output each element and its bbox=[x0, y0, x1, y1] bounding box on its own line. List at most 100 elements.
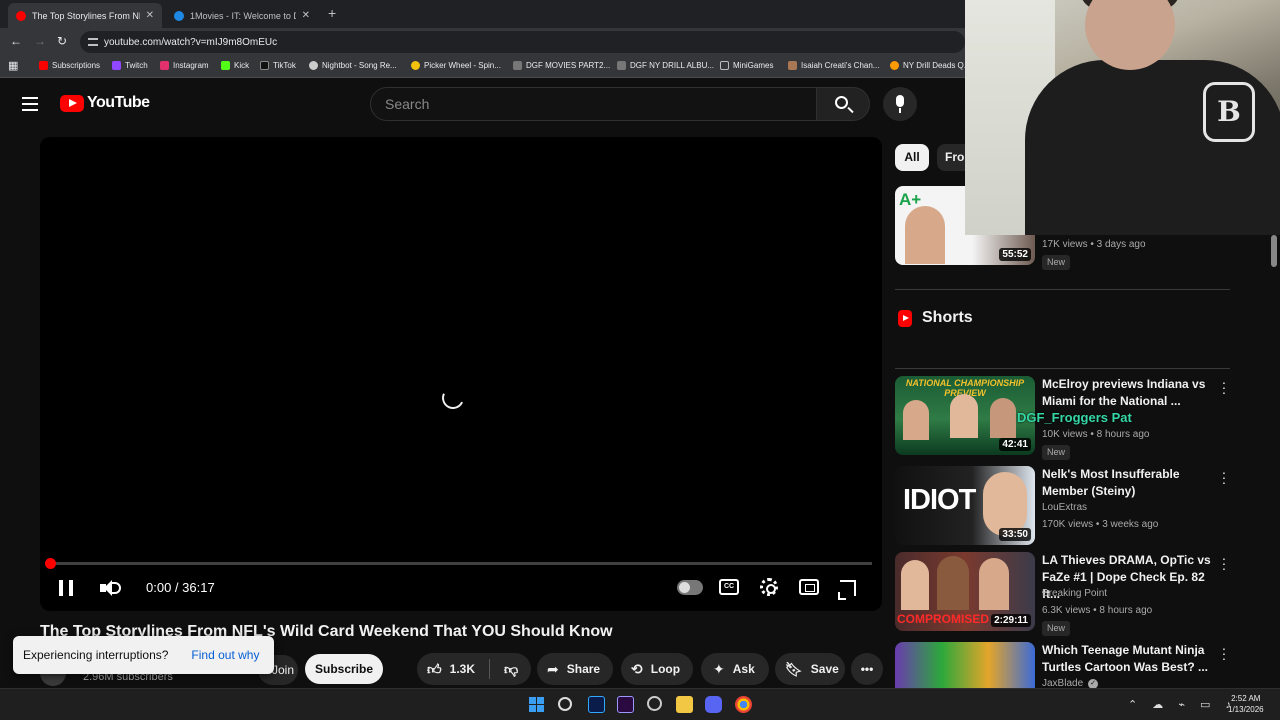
address-bar[interactable]: youtube.com/watch?v=mIJ9m8OmEUc bbox=[80, 31, 965, 53]
bookmark-instagram[interactable]: Instagram bbox=[160, 61, 209, 70]
more-vertical-icon[interactable]: · · · bbox=[1220, 641, 1228, 665]
site-info-icon[interactable] bbox=[88, 38, 98, 46]
thumbnail-person bbox=[903, 400, 929, 440]
page-icon bbox=[617, 61, 626, 70]
webcam-overlay: B bbox=[965, 0, 1280, 235]
hamburger-menu-icon[interactable] bbox=[22, 97, 38, 111]
chip-all[interactable]: All bbox=[895, 144, 929, 171]
bookmark-nightbot[interactable]: Nightbot - Song Re... bbox=[309, 61, 397, 70]
channel-name[interactable]: LouExtras bbox=[1042, 502, 1087, 513]
share-label: Share bbox=[566, 662, 601, 676]
windows-logo-tile bbox=[529, 697, 536, 704]
page-scrollbar[interactable] bbox=[1271, 235, 1277, 267]
progress-bar[interactable] bbox=[50, 562, 872, 565]
apps-grid-icon[interactable]: ▦ bbox=[8, 59, 18, 72]
search-button[interactable] bbox=[816, 87, 870, 121]
loop-button[interactable]: ⟲ Loop bbox=[621, 653, 693, 685]
like-count[interactable]: 1.3K bbox=[450, 662, 475, 676]
bookmark-dgf-drill[interactable]: DGF NY DRILL ALBU... bbox=[617, 61, 714, 70]
obs-icon[interactable] bbox=[647, 696, 662, 711]
channel-icon bbox=[788, 61, 797, 70]
video-thumbnail[interactable] bbox=[895, 642, 1035, 688]
settings-gear-icon[interactable] bbox=[760, 578, 778, 596]
thumbnail-person bbox=[937, 556, 969, 610]
bookmark-label: TikTok bbox=[273, 61, 296, 70]
video-thumbnail[interactable]: COMPROMISED 2:29:11 bbox=[895, 552, 1035, 631]
bookmark-ny-drill[interactable]: NY Drill Deads Q... bbox=[890, 61, 970, 70]
system-tray-icons[interactable]: ⌃ ☁ ⌁ ▭ ♪ bbox=[1128, 698, 1237, 711]
microphone-icon bbox=[896, 95, 904, 107]
video-title[interactable]: McElroy previews Indiana vs Miami for th… bbox=[1042, 376, 1214, 410]
video-title[interactable]: Nelk's Most Insufferable Member (Steiny) bbox=[1042, 466, 1214, 500]
subscribe-button[interactable]: Subscribe bbox=[305, 654, 383, 684]
captions-button[interactable]: CC bbox=[719, 579, 739, 595]
voice-search-button[interactable] bbox=[883, 87, 917, 121]
theater-mode-button[interactable] bbox=[799, 579, 819, 595]
bookmark-minigames[interactable]: MiniGames bbox=[720, 61, 773, 70]
video-meta: 6.3K views • 8 hours ago bbox=[1042, 605, 1153, 616]
more-vertical-icon[interactable]: · · · bbox=[1220, 465, 1228, 489]
section-divider bbox=[895, 368, 1230, 369]
save-button[interactable]: 🔖︎ Save bbox=[775, 653, 845, 685]
more-vertical-icon[interactable]: · · · bbox=[1220, 375, 1228, 399]
video-thumbnail[interactable]: IDIOT 33:50 bbox=[895, 466, 1035, 545]
thumbnail-caption: IDIOT bbox=[903, 484, 976, 516]
thumbnail-caption: COMPROMISED bbox=[897, 612, 990, 626]
discord-icon[interactable] bbox=[705, 696, 722, 713]
progress-scrubber[interactable] bbox=[45, 558, 56, 569]
bookmark-tiktok[interactable]: TikTok bbox=[260, 61, 296, 70]
bookmark-picker-wheel[interactable]: Picker Wheel - Spin... bbox=[411, 61, 501, 70]
ask-button[interactable]: ✦ Ask bbox=[701, 653, 769, 685]
channel-name[interactable]: Breaking Point bbox=[1042, 588, 1107, 599]
tab-youtube[interactable]: The Top Storylines From NFL's W ✕ bbox=[8, 3, 162, 28]
bookmark-twitch[interactable]: Twitch bbox=[112, 61, 148, 70]
pause-button[interactable] bbox=[59, 580, 73, 596]
new-tab-icon[interactable]: + bbox=[328, 5, 336, 21]
instagram-icon bbox=[160, 61, 169, 70]
more-actions-button[interactable]: ••• bbox=[851, 653, 883, 685]
close-tab-icon[interactable]: ✕ bbox=[302, 10, 310, 21]
bookmark-isaiah[interactable]: Isaiah Creati's Chan... bbox=[788, 61, 879, 70]
share-button[interactable]: ➦ Share bbox=[537, 653, 613, 685]
thumbnail-person bbox=[905, 206, 945, 264]
video-meta: 17K views • 3 days ago bbox=[1042, 239, 1146, 250]
taskbar-search-icon[interactable] bbox=[558, 697, 572, 711]
video-player[interactable]: 0:00 / 36:17 CC bbox=[40, 137, 882, 611]
premiere-icon[interactable] bbox=[617, 696, 634, 713]
fullscreen-button[interactable] bbox=[838, 580, 856, 600]
video-meta: 170K views • 3 weeks ago bbox=[1042, 519, 1159, 530]
file-explorer-icon[interactable] bbox=[676, 696, 693, 713]
ask-label: Ask bbox=[732, 662, 755, 676]
youtube-logo[interactable]: YouTube bbox=[60, 94, 150, 112]
section-divider bbox=[895, 289, 1230, 290]
thumbs-up-icon[interactable]: 👍︎ bbox=[427, 661, 442, 678]
autoplay-toggle[interactable] bbox=[677, 580, 703, 595]
more-vertical-icon[interactable]: · · · bbox=[1220, 551, 1228, 575]
forward-icon[interactable]: → bbox=[34, 34, 46, 48]
bookmark-icon: 🔖︎ bbox=[785, 660, 803, 677]
bookmark-dgf-movies[interactable]: DGF MOVIES PART2... bbox=[513, 61, 610, 70]
bookmark-label: Isaiah Creati's Chan... bbox=[801, 61, 880, 70]
close-tab-icon[interactable]: ✕ bbox=[146, 10, 154, 21]
video-thumbnail[interactable]: NATIONAL CHAMPIONSHIP PREVIEW 42:41 bbox=[895, 376, 1035, 455]
bookmark-label: Twitch bbox=[125, 61, 148, 70]
bookmark-label: DGF NY DRILL ALBU... bbox=[630, 61, 715, 70]
system-clock[interactable]: 2:52 AM 1/13/2026 bbox=[1228, 693, 1264, 715]
volume-button[interactable] bbox=[100, 579, 122, 597]
find-out-why-link[interactable]: Find out why bbox=[191, 648, 259, 662]
photoshop-icon[interactable] bbox=[588, 696, 605, 713]
folder-icon bbox=[720, 61, 729, 70]
back-icon[interactable]: ← bbox=[10, 34, 22, 48]
windows-logo-tile bbox=[537, 697, 544, 704]
bookmark-subscriptions[interactable]: Subscriptions bbox=[39, 61, 100, 70]
thumbs-down-icon[interactable]: 👎︎ bbox=[504, 661, 518, 678]
search-input[interactable] bbox=[370, 87, 817, 121]
bookmark-kick[interactable]: Kick bbox=[221, 61, 249, 70]
video-title[interactable]: Which Teenage Mutant Ninja Turtles Carto… bbox=[1042, 642, 1214, 676]
tiktok-icon bbox=[260, 61, 269, 70]
reload-icon[interactable]: ↻ bbox=[57, 34, 67, 48]
chrome-icon[interactable] bbox=[735, 696, 752, 713]
time-display: 0:00 / 36:17 bbox=[146, 580, 215, 595]
windows-start-icon[interactable] bbox=[528, 696, 545, 713]
tab-1movies[interactable]: 1Movies - IT: Welcome to Derry ✕ bbox=[166, 3, 318, 28]
